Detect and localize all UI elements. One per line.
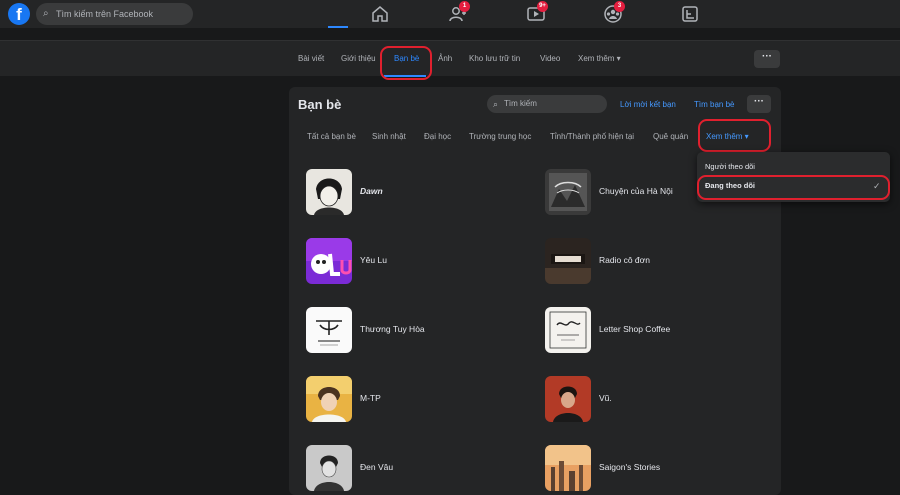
friend-name[interactable]: Dawn bbox=[360, 186, 383, 196]
friends-search-input[interactable]: ⌕ Tìm kiếm bbox=[487, 95, 607, 113]
friend-item[interactable]: Thương Tuy Hòa bbox=[306, 307, 536, 353]
groups-badge: 3 bbox=[614, 1, 625, 12]
friend-avatar bbox=[306, 307, 352, 353]
facebook-search-input[interactable]: ⌕ Tìm kiếm trên Facebook bbox=[36, 3, 193, 25]
friends-badge: 1 bbox=[459, 1, 470, 12]
friend-name[interactable]: Saigon's Stories bbox=[599, 462, 660, 472]
watch-badge: 9+ bbox=[537, 1, 548, 12]
tab-videos[interactable]: Video bbox=[540, 54, 560, 63]
panel-more-button[interactable]: ··· bbox=[747, 95, 771, 113]
friend-avatar bbox=[545, 445, 591, 491]
filter-current-city[interactable]: Tỉnh/Thành phố hiện tại bbox=[550, 132, 634, 141]
friend-name[interactable]: Vũ. bbox=[599, 393, 612, 403]
find-friends-link[interactable]: Tìm bạn bè bbox=[694, 100, 734, 109]
friend-name[interactable]: Chuyện của Hà Nội bbox=[599, 186, 673, 196]
friend-avatar bbox=[306, 238, 352, 284]
friend-item[interactable]: Dawn bbox=[306, 169, 536, 215]
friend-name[interactable]: Radio cô đơn bbox=[599, 255, 650, 265]
groups-icon[interactable]: 3 bbox=[603, 1, 625, 24]
home-icon[interactable] bbox=[370, 4, 390, 24]
search-icon: ⌕ bbox=[43, 8, 49, 19]
top-navigation-bar: f ⌕ Tìm kiếm trên Facebook 1 9+ 3 bbox=[0, 0, 900, 28]
friend-name[interactable]: Đen Vâu bbox=[360, 462, 393, 472]
facebook-logo[interactable]: f bbox=[8, 3, 30, 25]
watch-icon[interactable]: 9+ bbox=[526, 1, 548, 24]
filter-hometown[interactable]: Quê quán bbox=[653, 132, 688, 141]
friend-name[interactable]: Thương Tuy Hòa bbox=[360, 324, 425, 334]
highlight-oval-following bbox=[697, 175, 890, 200]
friend-item[interactable]: Radio cô đơn bbox=[545, 238, 775, 284]
friend-item[interactable]: Letter Shop Coffee bbox=[545, 307, 775, 353]
filter-birthdays[interactable]: Sinh nhật bbox=[372, 132, 406, 141]
friends-search-placeholder: Tìm kiếm bbox=[504, 99, 537, 108]
profile-more-button[interactable]: ··· bbox=[754, 50, 780, 68]
friends-icon[interactable]: 1 bbox=[448, 1, 470, 24]
friend-avatar bbox=[306, 445, 352, 491]
friend-avatar bbox=[545, 238, 591, 284]
friend-item[interactable]: Đen Vâu bbox=[306, 445, 536, 491]
tab-story-archive[interactable]: Kho lưu trữ tin bbox=[469, 54, 520, 63]
friend-avatar bbox=[306, 169, 352, 215]
panel-title: Bạn bè bbox=[298, 97, 342, 112]
friend-item[interactable]: Saigon's Stories bbox=[545, 445, 775, 491]
friend-avatar bbox=[545, 307, 591, 353]
friend-requests-link[interactable]: Lời mời kết bạn bbox=[620, 100, 676, 109]
friend-name[interactable]: Yêu Lu bbox=[360, 255, 387, 265]
tab-posts[interactable]: Bài viết bbox=[298, 54, 324, 63]
friend-item[interactable]: Vũ. bbox=[545, 376, 775, 422]
friend-item[interactable]: M-TP bbox=[306, 376, 536, 422]
facebook-search-placeholder: Tìm kiếm trên Facebook bbox=[56, 9, 154, 19]
friend-name[interactable]: M-TP bbox=[360, 393, 381, 403]
filter-college[interactable]: Đại học bbox=[424, 132, 451, 141]
friend-avatar bbox=[545, 169, 591, 215]
filter-high-school[interactable]: Trường trung học bbox=[469, 132, 531, 141]
tab-photos[interactable]: Ảnh bbox=[438, 54, 452, 63]
friend-name[interactable]: Letter Shop Coffee bbox=[599, 324, 670, 334]
filter-all-friends[interactable]: Tất cả bạn bè bbox=[307, 132, 356, 141]
highlight-oval-friends-tab bbox=[380, 46, 432, 80]
friend-avatar bbox=[306, 376, 352, 422]
search-icon: ⌕ bbox=[493, 99, 499, 109]
tab-more[interactable]: Xem thêm ▾ bbox=[578, 54, 621, 63]
gaming-icon[interactable] bbox=[680, 4, 700, 24]
friend-avatar bbox=[545, 376, 591, 422]
dropdown-item-followers[interactable]: Người theo dõi bbox=[705, 162, 755, 171]
home-active-indicator bbox=[328, 26, 348, 28]
profile-tabs: Bài viết Giới thiệu Bạn bè Ảnh Kho lưu t… bbox=[0, 40, 900, 77]
highlight-oval-see-more bbox=[698, 119, 771, 152]
friend-item[interactable]: Yêu Lu bbox=[306, 238, 536, 284]
tab-about[interactable]: Giới thiệu bbox=[341, 54, 376, 63]
